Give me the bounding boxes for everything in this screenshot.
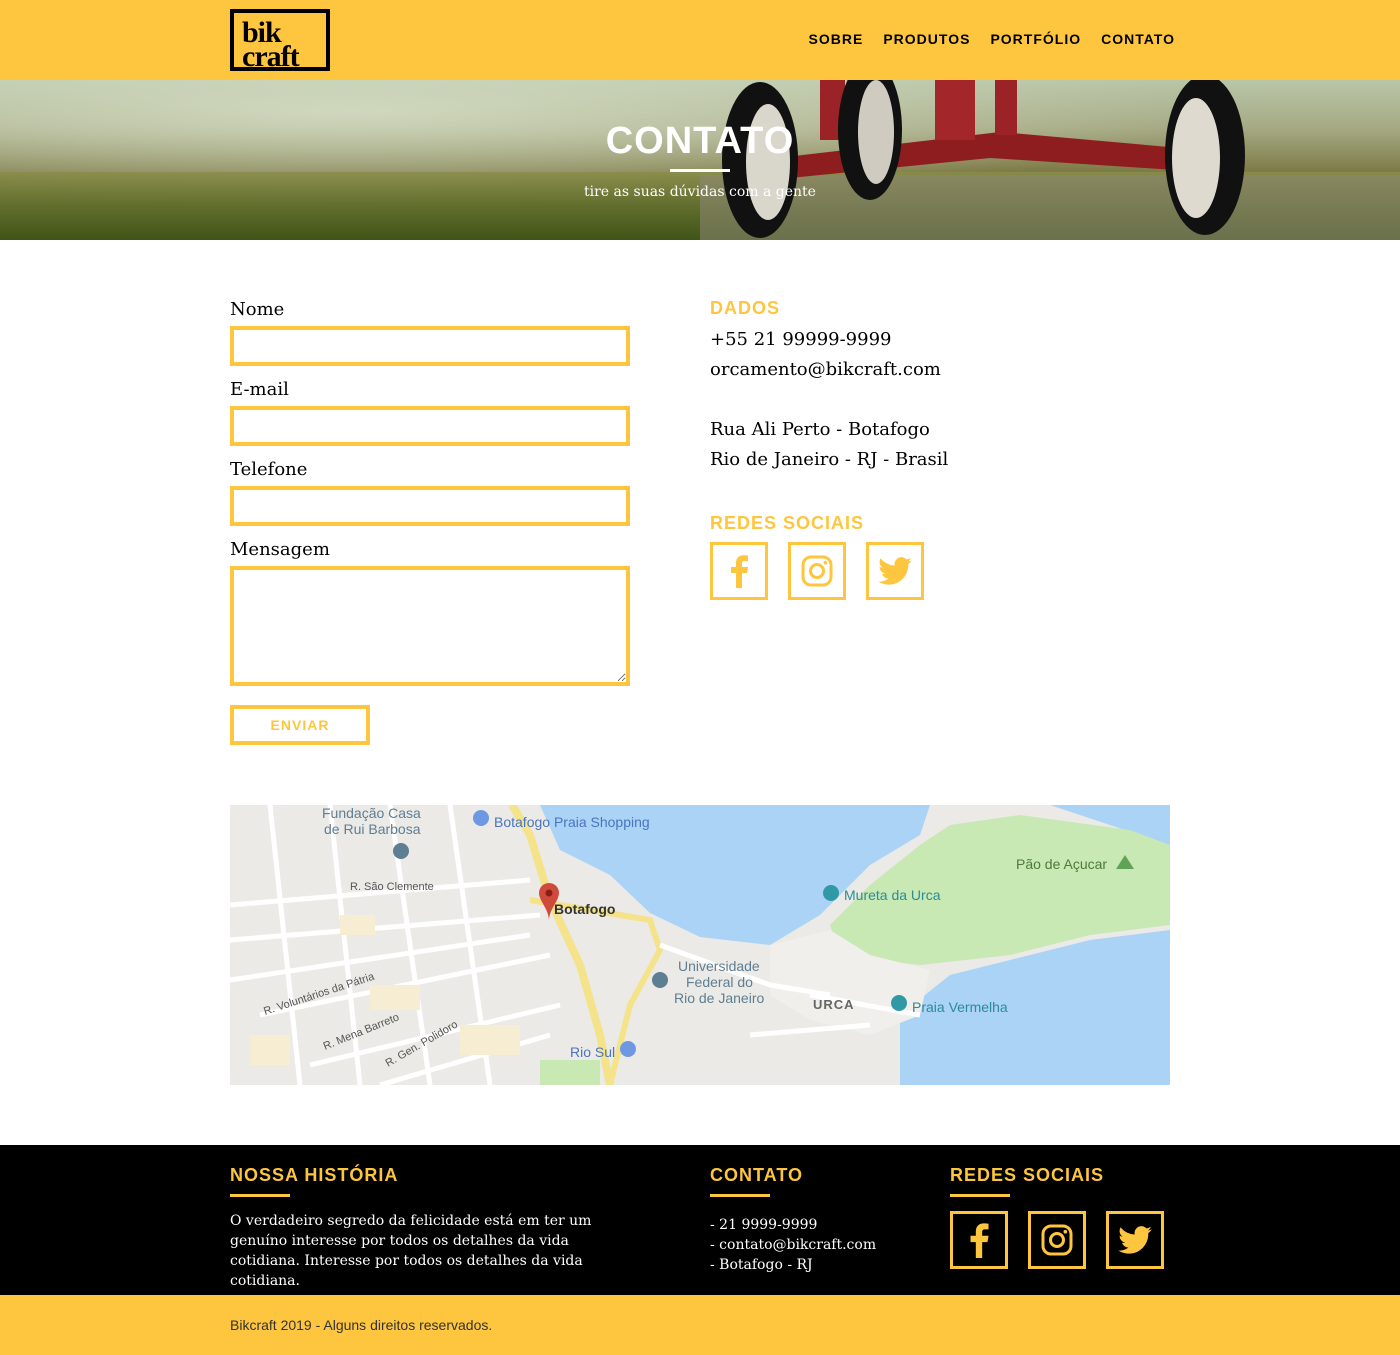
footer-contact-email: - contato@bikcraft.com: [710, 1237, 877, 1253]
nav-item-produtos[interactable]: PRODUTOS: [883, 31, 970, 47]
facebook-link[interactable]: [710, 542, 768, 600]
nav-item-sobre[interactable]: SOBRE: [809, 31, 864, 47]
page-subtitle: tire as suas dúvidas com a gente: [584, 184, 816, 200]
social-heading: REDES SOCIAIS: [710, 513, 865, 533]
footer-history-underline: [230, 1194, 290, 1197]
contact-info: DADOS +55 21 99999-9999 orcamento@bikcra…: [710, 298, 1170, 600]
footer-social-links: [950, 1211, 1190, 1269]
contact-phone: +55 21 99999-9999: [710, 329, 892, 350]
map-label-shopping: Botafogo Praia Shopping: [494, 814, 650, 830]
map-label-pao-acucar: Pão de Açucar: [1016, 856, 1107, 872]
location-map[interactable]: Fundação Casa de Rui Barbosa Botafogo Pr…: [230, 805, 1170, 1085]
twitter-icon: [1118, 1226, 1152, 1254]
title-underline: [670, 169, 730, 172]
shopping-pin-icon: [473, 810, 489, 826]
message-textarea[interactable]: [230, 566, 630, 686]
university-pin-icon: [652, 972, 668, 988]
logo[interactable]: bik craft: [230, 9, 330, 73]
footer-contact-phone: - 21 9999-9999: [710, 1217, 818, 1233]
footer-instagram-link[interactable]: [1028, 1211, 1086, 1269]
map-label-uni-3: Rio de Janeiro: [674, 990, 764, 1006]
copyright-bar: Bikcraft 2019 - Alguns direitos reservad…: [0, 1295, 1400, 1355]
museum-pin-icon: [393, 843, 409, 859]
footer-contact-underline: [710, 1194, 770, 1197]
footer-social-heading: REDES SOCIAIS: [950, 1165, 1105, 1185]
footer-contact-list: - 21 9999-9999 - contato@bikcraft.com - …: [710, 1215, 930, 1275]
facebook-icon: [970, 1223, 989, 1258]
nav-item-contato[interactable]: CONTATO: [1101, 31, 1175, 47]
site-footer: NOSSA HISTÓRIA O verdadeiro segredo da f…: [0, 1145, 1400, 1295]
map-canvas: Fundação Casa de Rui Barbosa Botafogo Pr…: [230, 805, 1170, 1085]
footer-social-underline: [950, 1194, 1010, 1197]
footer-history-text: O verdadeiro segredo da felicidade está …: [230, 1213, 592, 1289]
map-label-sao-clemente: R. São Clemente: [350, 881, 434, 893]
phone-label: Telefone: [230, 459, 308, 480]
footer-history-heading: NOSSA HISTÓRIA: [230, 1165, 399, 1185]
footer-contact-address: - Botafogo - RJ: [710, 1257, 813, 1273]
data-heading: DADOS: [710, 298, 781, 318]
name-label: Nome: [230, 299, 285, 320]
mureta-pin-icon: [823, 885, 839, 901]
main-nav: SOBRE PRODUTOS PORTFÓLIO CONTATO: [809, 31, 1175, 47]
map-label-uni-2: Federal do: [686, 974, 753, 990]
name-input[interactable]: [230, 326, 630, 366]
footer-contact-heading: CONTATO: [710, 1165, 803, 1185]
map-label-urca: URCA: [813, 997, 855, 1012]
twitter-icon: [878, 557, 912, 585]
footer-social: REDES SOCIAIS: [950, 1165, 1190, 1269]
twitter-link[interactable]: [866, 542, 924, 600]
footer-facebook-link[interactable]: [950, 1211, 1008, 1269]
facebook-icon: [731, 555, 748, 588]
map-label-mureta: Mureta da Urca: [844, 887, 941, 903]
hero-banner: CONTATO tire as suas dúvidas com a gente: [0, 80, 1400, 240]
site-header: bik craft SOBRE PRODUTOS PORTFÓLIO CONTA…: [0, 0, 1400, 80]
page-title: CONTATO: [605, 120, 795, 162]
address-line-2: Rio de Janeiro - RJ - Brasil: [710, 449, 949, 470]
map-label-uni-1: Universidade: [678, 958, 760, 974]
footer-history: NOSSA HISTÓRIA O verdadeiro segredo da f…: [230, 1165, 630, 1291]
map-label-rio-sul: Rio Sul: [570, 1044, 615, 1060]
contact-form: Nome E-mail Telefone Mensagem ENVIAR: [230, 298, 630, 745]
map-label-fundacao-1: Fundação Casa: [322, 805, 421, 821]
social-links: [710, 542, 1170, 600]
logo-line-2: craft: [242, 40, 300, 73]
nav-item-portfolio[interactable]: PORTFÓLIO: [990, 31, 1081, 47]
message-label: Mensagem: [230, 539, 330, 560]
email-label: E-mail: [230, 379, 289, 400]
submit-button[interactable]: ENVIAR: [230, 705, 370, 745]
copyright-text: Bikcraft 2019 - Alguns direitos reservad…: [230, 1317, 493, 1333]
map-label-botafogo: Botafogo: [554, 901, 615, 917]
instagram-icon: [801, 555, 833, 587]
address-line-1: Rua Ali Perto - Botafogo: [710, 419, 930, 440]
email-input[interactable]: [230, 406, 630, 446]
map-label-praia-vermelha: Praia Vermelha: [912, 999, 1008, 1015]
footer-twitter-link[interactable]: [1106, 1211, 1164, 1269]
instagram-link[interactable]: [788, 542, 846, 600]
footer-contact: CONTATO - 21 9999-9999 - contato@bikcraf…: [710, 1165, 930, 1275]
praia-pin-icon: [891, 995, 907, 1011]
rio-sul-pin-icon: [620, 1041, 636, 1057]
map-label-fundacao-2: de Rui Barbosa: [324, 821, 421, 837]
instagram-icon: [1041, 1224, 1073, 1256]
contact-email: orcamento@bikcraft.com: [710, 359, 941, 380]
phone-input[interactable]: [230, 486, 630, 526]
